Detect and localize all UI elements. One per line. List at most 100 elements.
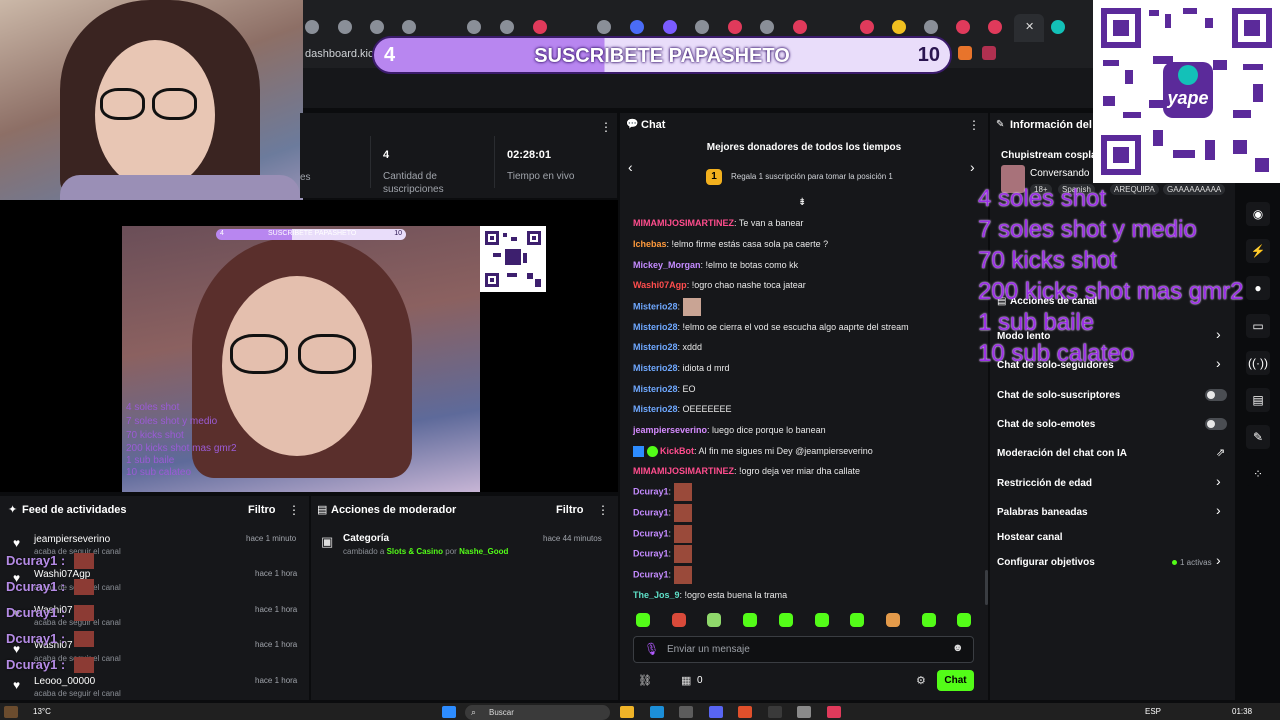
url-text[interactable]: dashboard.kick.: [305, 48, 382, 60]
tab-favicon-icon[interactable]: [370, 20, 384, 34]
chat-username[interactable]: Dcuray1: [633, 528, 669, 538]
message-icon[interactable]: ▭: [1246, 314, 1270, 338]
chat-username[interactable]: MIMAMIJOSIMARTINEZ: [633, 466, 734, 476]
age-restriction-label[interactable]: Restricción de edad: [997, 478, 1092, 489]
brave-icon[interactable]: [958, 46, 972, 60]
active-tab[interactable]: ✕: [1014, 14, 1044, 42]
emote-icon[interactable]: [886, 613, 900, 627]
weather-temp[interactable]: 13°C: [33, 707, 51, 716]
tab-favicon-icon[interactable]: [892, 20, 906, 34]
tab-favicon-icon[interactable]: [630, 20, 644, 34]
tab-favicon-icon[interactable]: [500, 20, 514, 34]
tab-favicon-icon[interactable]: [533, 20, 547, 34]
chat-send-button[interactable]: Chat: [937, 670, 974, 691]
emote-icon[interactable]: [957, 613, 971, 627]
mod-item-user[interactable]: Nashe_Good: [459, 547, 508, 556]
microphone-icon[interactable]: 🎙: [644, 642, 659, 656]
tab-favicon-icon[interactable]: [924, 20, 938, 34]
tab-favicon-icon[interactable]: [956, 20, 970, 34]
weather-icon[interactable]: [4, 706, 18, 718]
chevron-right-icon[interactable]: ›: [1216, 552, 1221, 568]
feed-menu-icon[interactable]: ⋮: [288, 503, 300, 517]
chat-scrollbar[interactable]: [985, 570, 988, 605]
chat-username[interactable]: The_Jos_9: [633, 590, 680, 600]
chat-username[interactable]: Ichebas: [633, 239, 667, 249]
subscribers-only-toggle[interactable]: [1205, 389, 1227, 401]
emote-icon[interactable]: [779, 613, 793, 627]
chat-username[interactable]: Misterio28: [633, 301, 678, 311]
chat-username[interactable]: Dcuray1: [633, 507, 669, 517]
tab-favicon-icon[interactable]: [338, 20, 352, 34]
chevron-right-icon[interactable]: ›: [1216, 502, 1221, 518]
chevron-right-icon[interactable]: ›: [1216, 326, 1221, 342]
next-arrow-icon[interactable]: ›: [970, 159, 975, 175]
discord-icon[interactable]: [709, 706, 723, 718]
chat-menu-icon[interactable]: ⋮: [968, 118, 980, 132]
feed-filter-button[interactable]: Filtro: [248, 504, 276, 516]
emote-icon[interactable]: [850, 613, 864, 627]
host-channel-label[interactable]: Hostear canal: [997, 532, 1063, 543]
pin-icon[interactable]: ⇟: [798, 197, 806, 208]
app-icon[interactable]: [827, 706, 841, 718]
chat-username[interactable]: KickBot: [660, 446, 694, 456]
tab-favicon-icon[interactable]: [467, 20, 481, 34]
app-icon[interactable]: [797, 706, 811, 718]
chat-settings-icon[interactable]: ⚙: [916, 674, 926, 687]
chat-username[interactable]: Misterio28: [633, 363, 678, 373]
connect-icon[interactable]: ⁘: [1246, 462, 1270, 486]
tab-favicon-icon[interactable]: [1051, 20, 1065, 34]
tab-favicon-icon[interactable]: [402, 20, 416, 34]
chevron-right-icon[interactable]: ›: [1216, 473, 1221, 489]
emote-icon[interactable]: [922, 613, 936, 627]
chat-username[interactable]: jeampierseverino: [633, 425, 707, 435]
clipboard-icon[interactable]: ▤: [1246, 388, 1270, 412]
file-explorer-icon[interactable]: [620, 706, 634, 718]
lightning-icon[interactable]: ⚡: [1246, 239, 1270, 263]
tab-favicon-icon[interactable]: [793, 20, 807, 34]
close-tab-icon[interactable]: ✕: [1025, 20, 1034, 33]
chat-username[interactable]: Misterio28: [633, 322, 678, 332]
windows-start-icon[interactable]: [442, 706, 456, 718]
panel-menu-icon[interactable]: ⋮: [600, 120, 612, 134]
emote-icon[interactable]: [672, 613, 686, 627]
tab-favicon-icon[interactable]: [663, 20, 677, 34]
emoji-icon[interactable]: ☻: [952, 642, 964, 654]
tab-favicon-icon[interactable]: [728, 20, 742, 34]
mod-item-category[interactable]: Slots & Casino: [387, 547, 443, 556]
gift-icon[interactable]: ▦: [681, 674, 691, 687]
chat-username[interactable]: Dcuray1: [633, 548, 669, 558]
emote-icon[interactable]: [743, 613, 757, 627]
obs-icon[interactable]: [768, 706, 782, 718]
mod-filter-button[interactable]: Filtro: [556, 504, 584, 516]
user-icon[interactable]: ●: [1246, 276, 1270, 300]
chat-message-input[interactable]: 🎙 Enviar un mensaje ☻: [633, 636, 974, 663]
prev-arrow-icon[interactable]: ‹: [628, 159, 633, 175]
emote-icon[interactable]: [707, 613, 721, 627]
tab-favicon-icon[interactable]: [597, 20, 611, 34]
brave-icon[interactable]: [738, 706, 752, 718]
camera-icon[interactable]: ◉: [1246, 202, 1270, 226]
emote-icon[interactable]: [636, 613, 650, 627]
connection-icon[interactable]: ⛓: [638, 674, 652, 687]
tab-favicon-icon[interactable]: [695, 20, 709, 34]
configure-goals-label[interactable]: Configurar objetivos: [997, 557, 1095, 568]
chat-username[interactable]: Misterio28: [633, 384, 678, 394]
chat-username[interactable]: Misterio28: [633, 342, 678, 352]
tab-favicon-icon[interactable]: [760, 20, 774, 34]
clock-time[interactable]: 01:38: [1232, 707, 1252, 716]
tab-favicon-icon[interactable]: [988, 20, 1002, 34]
external-link-icon[interactable]: ⇗: [1216, 446, 1225, 459]
ai-moderation-label[interactable]: Moderación del chat con IA: [997, 448, 1127, 459]
broadcast-icon[interactable]: ((·)): [1246, 351, 1270, 375]
emotes-only-toggle[interactable]: [1205, 418, 1227, 430]
mod-menu-icon[interactable]: ⋮: [597, 503, 609, 517]
extension-icon[interactable]: [982, 46, 996, 60]
chat-username[interactable]: Mickey_Morgan: [633, 260, 701, 270]
chat-username[interactable]: Washi07Agp: [633, 280, 687, 290]
language-indicator[interactable]: ESP: [1145, 707, 1161, 716]
chat-username[interactable]: Dcuray1: [633, 486, 669, 496]
taskbar-search[interactable]: ⌕ Buscar: [465, 705, 610, 720]
chat-username[interactable]: Misterio28: [633, 404, 678, 414]
chevron-right-icon[interactable]: ›: [1216, 355, 1221, 371]
banned-words-label[interactable]: Palabras baneadas: [997, 507, 1088, 518]
